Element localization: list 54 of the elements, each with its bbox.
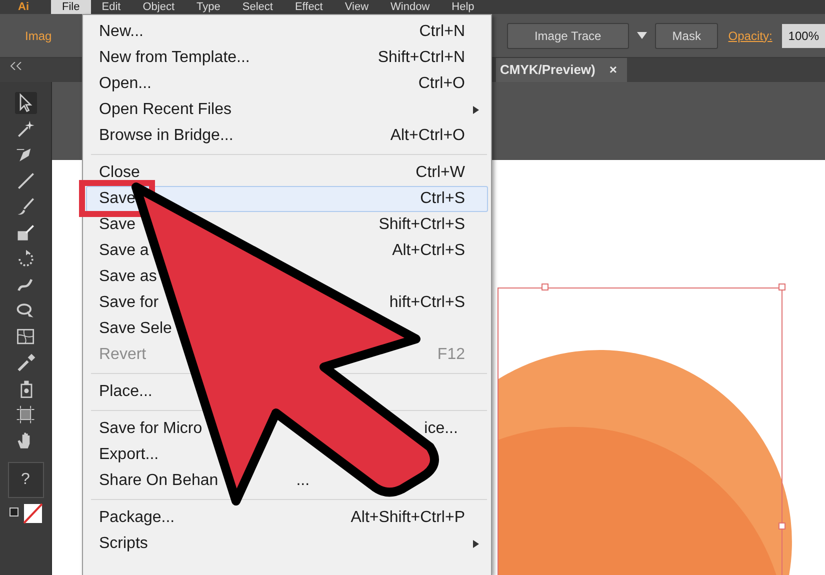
shortcut-label: Alt+Ctrl+S [392,241,465,261]
menu-item[interactable]: Browse in Bridge... [99,124,234,148]
menu-item[interactable]: Type [186,0,232,14]
menu-item[interactable]: Open Recent Files [99,98,232,122]
menu-item[interactable]: Object [132,0,186,14]
collapse-icon[interactable] [10,62,22,70]
menu-item[interactable]: Share On Behan [99,469,218,493]
shortcut-label: Ctrl+S [420,189,465,209]
menu-item[interactable]: Save Sele [99,317,172,341]
selection-box[interactable] [498,284,786,575]
menu-item[interactable]: Window [380,0,441,14]
app-logo: Ai [18,0,29,14]
tab-title: CMYK/Preview) [500,61,596,80]
shortcut-label: Ctrl+W [416,163,465,183]
opacity-label[interactable]: Opacity: [728,26,772,44]
menu-item[interactable]: Save for Micro [99,417,202,441]
menu-item[interactable]: Save [99,213,136,237]
menu-item[interactable]: File [51,0,91,14]
menu-item-text: ... [296,471,310,491]
menu-item[interactable]: Save for [99,291,159,315]
close-button[interactable]: × [609,60,617,80]
document-tab[interactable]: CMYK/Preview) × [496,58,627,82]
fill-stroke-icon[interactable] [8,502,44,524]
menu-item[interactable]: Save as [99,265,157,289]
image-label[interactable]: Imag [25,26,52,44]
menu-item[interactable]: New... [99,20,144,44]
mask-button[interactable]: Mask [654,22,718,48]
shortcut-label: Alt+Shift+Ctrl+P [350,508,465,528]
shortcut-label: hift+Ctrl+S [389,293,465,313]
menu-item[interactable]: Package... [99,506,175,530]
image-trace-button[interactable]: Image Trace [506,22,629,48]
shortcut-label: Alt+Ctrl+O [390,126,465,146]
menu-item[interactable]: Effect [284,0,334,14]
shortcut-label: Shift+Ctrl+N [378,48,465,68]
menu-item[interactable]: New from Template... [99,46,250,70]
artboard-icon[interactable] [14,404,36,426]
menu-item[interactable]: Place... [99,380,152,404]
shortcut-label: Shift+Ctrl+S [378,215,465,235]
dropdown-icon[interactable] [636,32,647,40]
menu-item-text: ice... [424,419,458,439]
menu-item[interactable]: Export... [99,443,159,467]
menu-item[interactable]: Edit [90,0,132,14]
menu-item[interactable]: Open... [99,72,152,96]
help-button[interactable]: ? [8,462,44,498]
menu-item[interactable]: View [334,0,380,14]
shortcut-label: Ctrl+O [418,74,465,94]
menu-item[interactable]: Select [231,0,284,14]
opacity-field[interactable]: 100% [782,24,825,48]
menu-item[interactable]: Help [440,0,486,14]
shortcut-label: Ctrl+N [419,22,465,42]
menu-item[interactable]: Save [99,187,136,211]
shortcut-label: F12 [437,345,465,365]
menu-item[interactable]: Scripts [99,532,148,556]
menu-item[interactable]: Save a [99,239,149,263]
